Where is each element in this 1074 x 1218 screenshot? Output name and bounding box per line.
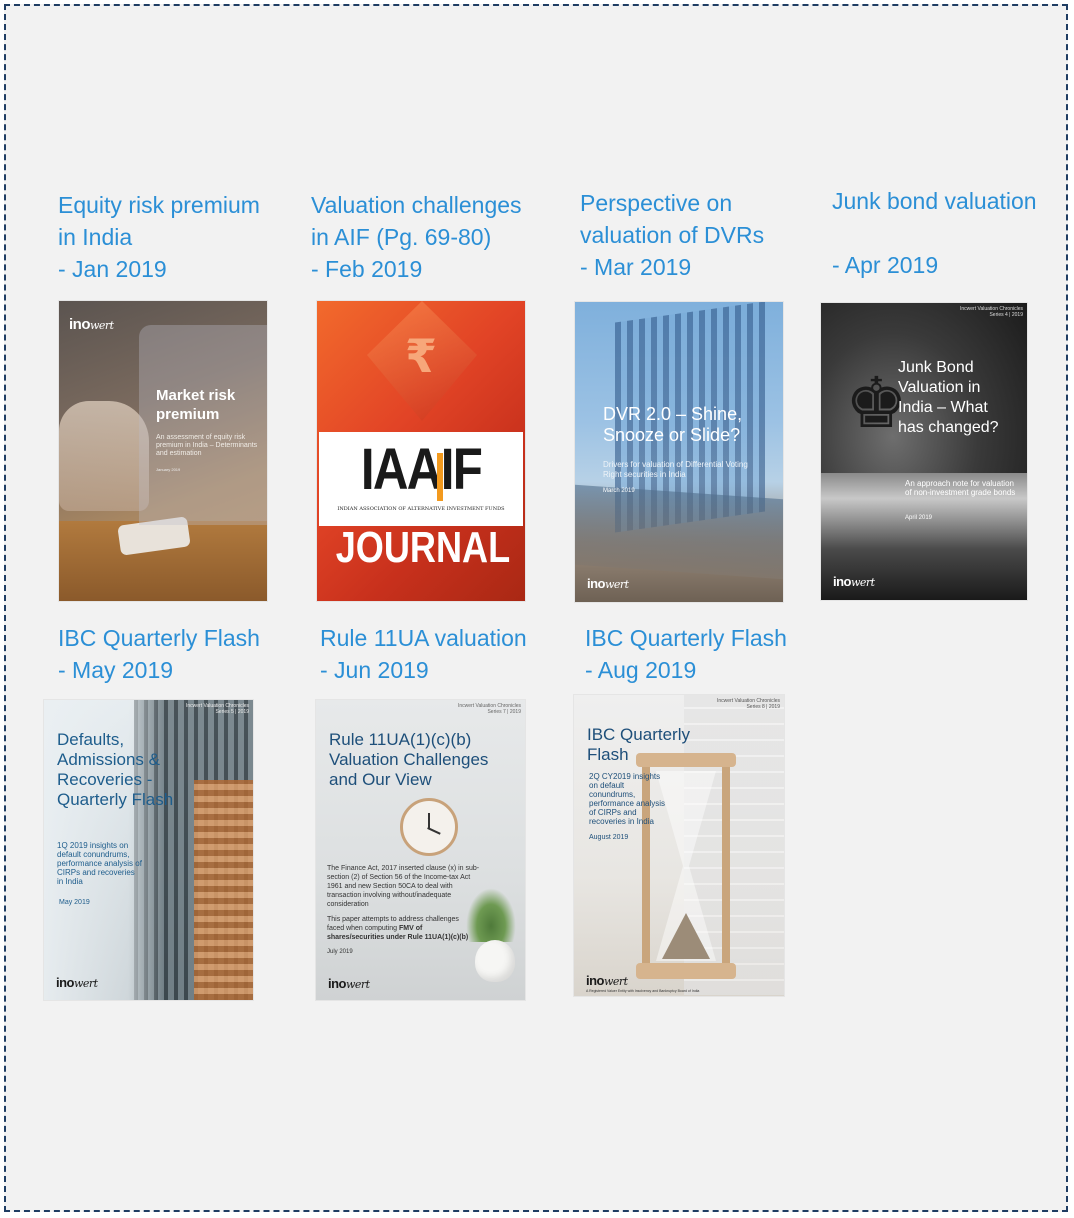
series-label: Incwert Valuation Chronicles Series 7 | …: [458, 703, 521, 715]
cover-subtitle: An assessment of equity risk premium in …: [156, 434, 258, 457]
incwert-logo: inowert: [833, 574, 875, 589]
series-label: Incwert Valuation Chronicles Series 8 | …: [717, 698, 780, 710]
cover-date: January 2019: [156, 467, 181, 472]
rupee-icon: ₹: [405, 329, 438, 383]
iaaif-full-name: INDIAN ASSOCIATION OF ALTERNATIVE INVEST…: [337, 506, 505, 512]
journal-label: JOURNAL: [335, 523, 511, 572]
cover-subtitle: 1Q 2019 insights on default conundrums, …: [57, 841, 142, 886]
publication-title[interactable]: IBC Quarterly Flash - May 2019: [58, 622, 288, 686]
publication-title[interactable]: IBC Quarterly Flash - Aug 2019: [585, 622, 815, 686]
publication-title[interactable]: Perspective on valuation of DVRs - Mar 2…: [580, 187, 810, 283]
cover-heading: IBC Quarterly Flash: [587, 725, 690, 764]
cover-heading: Rule 11UA(1)(c)(b) Valuation Challenges …: [329, 730, 489, 789]
cover-body-2: This paper attempts to address challenge…: [327, 915, 477, 942]
publication-cover[interactable]: Incwert Valuation Chronicles Series 5 | …: [44, 700, 253, 1000]
publication-cover[interactable]: ♚ Incwert Valuation Chronicles Series 4 …: [821, 303, 1027, 600]
cover-subtitle: An approach note for valuation of non-in…: [905, 479, 1016, 497]
cover-heading: Defaults, Admissions & Recoveries - Quar…: [57, 730, 174, 809]
cover-date: March 2019: [603, 488, 635, 494]
iaaif-logo: IAAIF: [360, 437, 483, 502]
publication-title[interactable]: Junk bond valuation - Apr 2019: [832, 185, 1062, 281]
incwert-logo: inowert: [69, 316, 114, 333]
publication-cover[interactable]: DVR 2.0 – Shine, Snooze or Slide? Driver…: [575, 302, 783, 602]
plant-icon: [466, 888, 516, 942]
publication-cover[interactable]: inowert Market risk premium An assessmen…: [59, 301, 267, 601]
publication-title[interactable]: Valuation challenges in AIF (Pg. 69-80) …: [311, 189, 551, 285]
publication-cover[interactable]: Incwert Valuation Chronicles Series 8 | …: [574, 695, 784, 996]
cover-date: July 2019: [327, 949, 353, 955]
cover-body-text: This paper attempts to address challenge…: [327, 916, 459, 932]
incwert-logo: inowert: [586, 973, 628, 988]
cover-date: April 2019: [905, 515, 933, 521]
publication-cover[interactable]: Incwert Valuation Chronicles Series 7 | …: [316, 700, 525, 1000]
publication-title[interactable]: Equity risk premium in India - Jan 2019: [58, 189, 288, 285]
cover-heading: DVR 2.0 – Shine, Snooze or Slide?: [603, 404, 743, 445]
cover-footer: A Registered Valuer Entity with Insolven…: [586, 989, 700, 993]
cover-heading: Market risk premium: [156, 387, 236, 423]
incwert-logo: inowert: [328, 976, 370, 991]
cover-date: August 2019: [589, 834, 629, 841]
series-label: Incwert Valuation Chronicles Series 4 | …: [960, 306, 1023, 318]
cover-date: May 2019: [59, 899, 90, 906]
cover-body: The Finance Act, 2017 inserted clause (x…: [327, 865, 480, 908]
clock-icon: [400, 798, 458, 856]
cover-subtitle: 2Q CY2019 insights on default conundrums…: [589, 772, 666, 826]
cover-subtitle: Drivers for valuation of Differential Vo…: [603, 460, 748, 479]
incwert-logo: inowert: [587, 576, 629, 591]
series-label: Incwert Valuation Chronicles Series 5 | …: [186, 703, 249, 715]
incwert-logo: inowert: [56, 975, 98, 990]
publication-title[interactable]: Rule 11UA valuation - Jun 2019: [320, 622, 550, 686]
publication-cover[interactable]: ₹ IAAIF INDIAN ASSOCIATION OF ALTERNATIV…: [317, 301, 525, 601]
cover-heading: Junk Bond Valuation in India – What has …: [898, 359, 999, 436]
